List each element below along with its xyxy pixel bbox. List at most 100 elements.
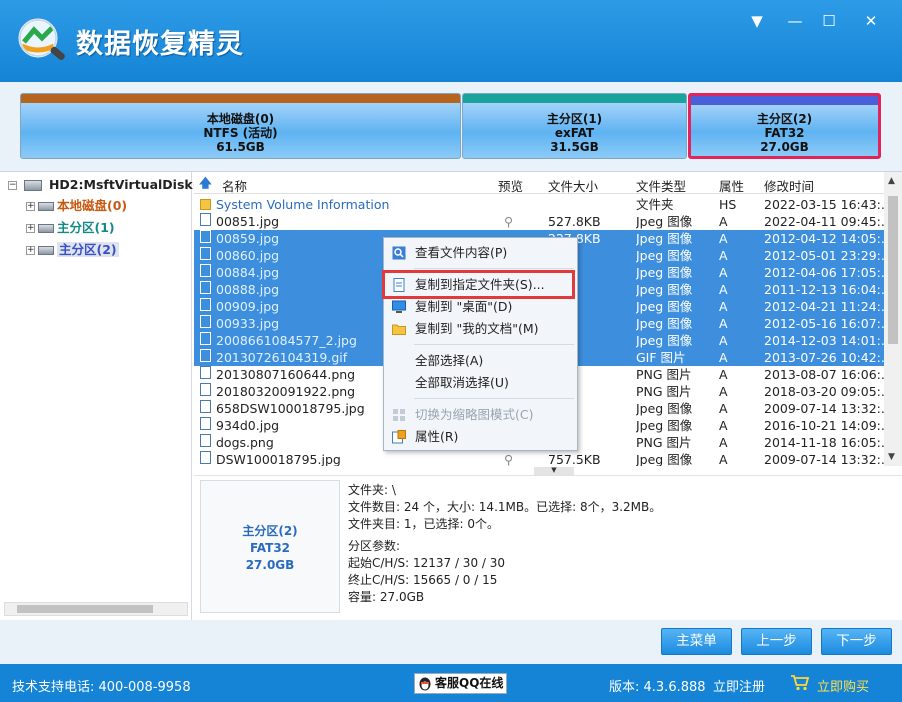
status-bar: 技术支持电话: 400-008-9958 客服QQ在线 版本: 4.3.6.88… (0, 664, 902, 702)
maximize-button[interactable]: ☐ (818, 10, 840, 32)
file-attr: A (719, 418, 728, 433)
partition-size: 61.5GB (216, 140, 265, 154)
menu-item-label: 属性(R) (415, 429, 459, 444)
menu-item-copy-to-desktop[interactable]: 复制到 "桌面"(D) (386, 297, 575, 317)
file-type: Jpeg 图像 (636, 452, 693, 466)
column-preview[interactable]: 预览 (498, 176, 523, 195)
file-attr: A (719, 282, 728, 297)
file-type: PNG 图片 (636, 384, 692, 399)
next-step-button[interactable]: 下一步 (821, 628, 892, 655)
menu-item-deselect-all[interactable]: 全部取消选择(U) (386, 373, 575, 393)
partition-block-1[interactable]: 主分区(1) exFAT 31.5GB (462, 93, 687, 159)
scrollbar-thumb[interactable] (17, 605, 153, 613)
expand-icon[interactable]: + (26, 224, 35, 233)
main-menu-button[interactable]: 主菜单 (661, 628, 732, 655)
tree-disk-node[interactable]: − HD2:MsftVirtualDisk(1 (8, 175, 207, 195)
file-list-vertical-scrollbar[interactable]: ▲ ▼ (884, 172, 902, 466)
view-icon (392, 246, 406, 260)
qq-service-button[interactable]: 客服QQ在线 (414, 673, 507, 694)
column-type[interactable]: 文件类型 (636, 176, 686, 195)
file-attr: A (719, 316, 728, 331)
folder-row[interactable]: System Volume Information 文件夹 HS 2022-03-15… (194, 196, 884, 213)
version-label: 版本: 4.3.6.888 (609, 680, 706, 695)
file-name: 00851.jpg (216, 214, 280, 229)
scroll-down-icon[interactable]: ▼ (888, 452, 895, 462)
file-type: PNG 图片 (636, 435, 692, 450)
expand-icon[interactable]: + (26, 246, 35, 255)
file-mtime: 2014-12-03 14:01:... (764, 333, 884, 348)
file-mtime: 2013-07-26 10:42:... (764, 350, 884, 365)
file-icon (200, 247, 211, 260)
file-row[interactable]: 00851.jpg ⚲ 527.8KB Jpeg 图像 A 2022-04-11 09:4… (194, 213, 884, 230)
file-attr: A (719, 452, 728, 466)
file-row[interactable]: DSW100018795.jpg ⚲ 757.5KB Jpeg 图像 A 2009-07-… (194, 451, 884, 466)
partition-block-2[interactable]: 主分区(2) FAT32 27.0GB (688, 93, 881, 159)
file-icon (200, 315, 211, 328)
info-partition-params: 分区参数: (348, 539, 401, 553)
file-mtime: 2009-07-14 13:32:... (764, 452, 884, 466)
menu-item-label: 全部取消选择(U) (415, 375, 509, 390)
column-size[interactable]: 文件大小 (548, 176, 598, 195)
file-type: Jpeg 图像 (636, 282, 693, 297)
partition-fs: NTFS (活动) (203, 126, 278, 140)
file-type: Jpeg 图像 (636, 316, 693, 331)
expand-icon[interactable]: + (26, 202, 35, 211)
tree-item-partition-2[interactable]: + 主分区(2) (26, 240, 119, 260)
cart-icon[interactable] (790, 674, 810, 691)
file-icon (200, 332, 211, 345)
file-type: Jpeg 图像 (636, 265, 693, 280)
menu-item-copy-to-documents[interactable]: 复制到 "我的文档"(M) (386, 319, 575, 339)
tree-item-partition-0[interactable]: + 本地磁盘(0) (26, 196, 127, 216)
register-link[interactable]: 立即注册 (713, 676, 765, 695)
preview-magnifier-icon[interactable]: ⚲ (504, 451, 513, 466)
column-attr[interactable]: 属性 (719, 176, 744, 195)
partition-bar: 本地磁盘(0) NTFS (活动) 61.5GB 主分区(1) exFAT 31… (0, 82, 902, 172)
file-icon (200, 366, 211, 379)
file-attr: A (719, 265, 728, 280)
scroll-up-icon[interactable]: ▲ (888, 176, 895, 186)
partition-summary-box: 主分区(2) FAT32 27.0GB (200, 480, 340, 613)
close-button[interactable]: ✕ (860, 10, 882, 32)
menu-item-select-all[interactable]: 全部选择(A) (386, 351, 575, 371)
file-attr: A (719, 214, 728, 229)
menu-item-label: 复制到 "我的文档"(M) (415, 321, 539, 336)
file-attr: A (719, 248, 728, 263)
partition-color-cap (21, 94, 460, 103)
tree-item-partition-1[interactable]: + 主分区(1) (26, 218, 115, 238)
file-type: Jpeg 图像 (636, 248, 693, 263)
minimize-button[interactable]: — (784, 10, 806, 32)
tree-disk-label: HD2:MsftVirtualDisk(1 (48, 177, 208, 192)
file-attr: HS (719, 197, 737, 212)
file-icon (200, 434, 211, 447)
menu-separator (414, 398, 574, 399)
previous-step-button[interactable]: 上一步 (741, 628, 812, 655)
scrollbar-thumb[interactable] (888, 196, 898, 344)
preview-magnifier-icon[interactable]: ⚲ (504, 213, 513, 230)
tree-horizontal-scrollbar[interactable] (4, 602, 188, 616)
menu-item-properties[interactable]: 属性(R) (386, 427, 575, 447)
menu-item-view-content[interactable]: 查看文件内容(P) (386, 243, 575, 263)
menu-dropdown-button[interactable]: ▼ (746, 10, 768, 32)
file-name: DSW100018795.jpg (216, 452, 341, 466)
file-attr: A (719, 299, 728, 314)
tree-item-label: 本地磁盘(0) (57, 198, 128, 213)
app-logo-icon (18, 18, 65, 60)
buy-now-link[interactable]: 立即购买 (817, 676, 869, 695)
partition-block-0[interactable]: 本地磁盘(0) NTFS (活动) 61.5GB (20, 93, 461, 159)
tree-item-label: 主分区(1) (57, 220, 115, 235)
column-mtime[interactable]: 修改时间 (764, 176, 814, 195)
file-mtime: 2022-04-11 09:45:... (764, 214, 884, 229)
file-mtime: 2012-04-06 17:05:... (764, 265, 884, 280)
file-attr: A (719, 384, 728, 399)
file-mtime: 2012-04-12 14:05:... (764, 231, 884, 246)
properties-icon (392, 430, 406, 444)
column-name[interactable]: 名称 (222, 176, 247, 195)
pane-splitter-handle[interactable]: ▼ (534, 467, 574, 475)
file-icon (200, 400, 211, 413)
collapse-icon[interactable]: − (8, 181, 17, 190)
file-attr: A (719, 435, 728, 450)
file-type: PNG 图片 (636, 367, 692, 382)
up-arrow-icon[interactable]: 🡅 (199, 174, 212, 195)
file-mtime: 2022-03-15 16:43:... (764, 197, 884, 212)
file-size: 527.8KB (548, 214, 601, 229)
